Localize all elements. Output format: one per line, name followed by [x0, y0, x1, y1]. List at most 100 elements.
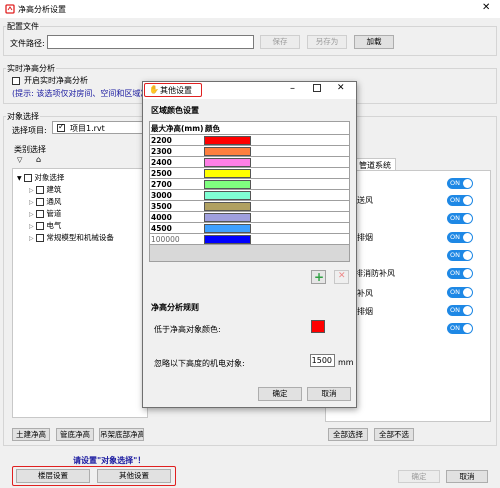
system-toggle[interactable]: ON — [447, 287, 473, 298]
color-swatch[interactable] — [204, 158, 251, 167]
plus-icon: + — [314, 270, 325, 284]
maximize-icon[interactable] — [313, 84, 321, 92]
max-height-value[interactable]: 2200 — [151, 135, 172, 146]
below-color-swatch[interactable] — [311, 320, 325, 333]
max-height-value[interactable]: 3500 — [151, 201, 172, 212]
add-row-button[interactable]: + — [311, 270, 326, 284]
path-input[interactable] — [47, 35, 254, 49]
collapse-up-icon[interactable]: ▽ — [17, 156, 22, 164]
color-grid: 最大净高(mm) 颜色 2200 2300 2400 2500 2700 3000 3500… — [149, 121, 350, 262]
max-height-value[interactable]: 2400 — [151, 157, 172, 168]
tree-checkbox[interactable] — [36, 234, 45, 242]
system-item-label: 补风 — [357, 289, 373, 298]
tree-item[interactable]: ▷ 通风 — [29, 196, 61, 207]
project-label: 选择项目: — [12, 126, 47, 135]
select-all-button[interactable]: 全部选择 — [328, 428, 368, 441]
system-toggle[interactable]: ON — [447, 232, 473, 243]
tree-label: 建筑 — [46, 185, 62, 194]
max-height-value[interactable]: 4500 — [151, 223, 172, 234]
max-height-value[interactable]: 2300 — [151, 146, 172, 157]
main-close-icon[interactable]: ✕ — [482, 2, 490, 13]
max-height-value[interactable]: 2500 — [151, 168, 172, 179]
color-swatch[interactable] — [204, 235, 251, 244]
deselect-all-button[interactable]: 全部不选 — [374, 428, 414, 441]
save-button[interactable]: 保存 — [260, 35, 300, 49]
color-swatch[interactable] — [204, 202, 251, 211]
color-grid-row[interactable]: 2300 — [150, 146, 349, 157]
system-item-label: 排消防补风 — [355, 269, 395, 278]
minimize-icon[interactable]: – — [290, 83, 295, 94]
main-cancel-button[interactable]: 取消 — [446, 470, 488, 483]
delete-row-button[interactable]: ✕ — [334, 270, 349, 284]
system-toggle[interactable]: ON — [447, 323, 473, 334]
other-settings-button[interactable]: 其他设置 — [97, 469, 171, 483]
path-label: 文件路径: — [10, 39, 45, 48]
system-toggle[interactable]: ON — [447, 178, 473, 189]
system-toggle[interactable]: ON — [447, 268, 473, 279]
color-swatch[interactable] — [204, 191, 251, 200]
color-swatch[interactable] — [204, 213, 251, 222]
system-tab[interactable]: 管道系统 — [352, 158, 396, 170]
realtime-checkbox[interactable] — [12, 76, 20, 85]
tree-expander-icon[interactable]: ▷ — [29, 199, 34, 206]
selection-warning: 请设置"对象选择"！ — [73, 456, 146, 465]
tree-checkbox[interactable] — [36, 186, 45, 194]
tree-item[interactable]: ▷ 电气 — [29, 220, 61, 231]
tree-expander-icon[interactable]: ▷ — [29, 235, 34, 242]
dialog-cancel-button[interactable]: 取消 — [307, 387, 351, 401]
pipe-bottom-button[interactable]: 管底净高 — [56, 428, 94, 441]
tree-item[interactable]: ▷ 常规模型和机械设备 — [29, 232, 114, 243]
tree-checkbox[interactable] — [24, 174, 33, 182]
color-swatch[interactable] — [204, 180, 251, 189]
color-grid-row[interactable]: 4500 — [150, 223, 349, 234]
close-icon[interactable]: ✕ — [337, 83, 345, 93]
system-toggle[interactable]: ON — [447, 250, 473, 261]
max-height-value[interactable]: 3000 — [151, 190, 172, 201]
project-dropdown[interactable]: 项目1.rvt — [52, 121, 146, 134]
system-item-label: 排烟 — [357, 233, 373, 242]
max-height-value[interactable]: 100000 — [151, 234, 180, 245]
system-toggle[interactable]: ON — [447, 213, 473, 224]
dialog-ok-button[interactable]: 确定 — [258, 387, 302, 401]
tree-checkbox[interactable] — [36, 222, 45, 230]
tree-root[interactable]: ▼ 对象选择 — [17, 172, 64, 183]
save-as-button[interactable]: 另存为 — [307, 35, 347, 49]
civil-height-button[interactable]: 土建净高 — [12, 428, 50, 441]
color-swatch[interactable] — [204, 169, 251, 178]
rule-section-label: 净高分析规则 — [151, 303, 199, 312]
hanger-bottom-button[interactable]: 吊架底部净高 — [99, 428, 144, 441]
color-grid-row[interactable]: 2500 — [150, 168, 349, 179]
color-swatch[interactable] — [204, 136, 251, 145]
tree-label: 对象选择 — [34, 173, 65, 182]
tree-expander-icon[interactable]: ▼ — [17, 175, 22, 182]
max-height-value[interactable]: 2700 — [151, 179, 172, 190]
color-swatch[interactable] — [204, 224, 251, 233]
home-icon[interactable]: ⌂ — [36, 155, 41, 164]
tree-checkbox[interactable] — [36, 198, 45, 206]
tree-expander-icon[interactable]: ▷ — [29, 187, 34, 194]
color-grid-row[interactable]: 100000 — [150, 234, 349, 245]
main-window-title: 净高分析设置 — [18, 5, 66, 14]
system-toggle[interactable]: ON — [447, 305, 473, 316]
system-toggle[interactable]: ON — [447, 195, 473, 206]
color-grid-row[interactable]: 3000 — [150, 190, 349, 201]
color-grid-row[interactable]: 2200 — [150, 135, 349, 146]
color-grid-row[interactable]: 4000 — [150, 212, 349, 223]
color-grid-row[interactable]: 2700 — [150, 179, 349, 190]
tree-expander-icon[interactable]: ▷ — [29, 211, 34, 218]
height-column-header: 最大净高(mm) — [151, 124, 204, 133]
color-grid-row[interactable]: 2400 — [150, 157, 349, 168]
main-ok-button[interactable]: 确定 — [398, 470, 440, 483]
ignore-height-input[interactable]: 1500 — [310, 354, 335, 367]
load-button[interactable]: 加载 — [354, 35, 394, 49]
color-swatch[interactable] — [204, 147, 251, 156]
color-grid-row[interactable]: 3500 — [150, 201, 349, 212]
floor-settings-button[interactable]: 楼层设置 — [16, 469, 90, 483]
other-settings-dialog: ✋ 其他设置 – ✕ 区域颜色设置 最大净高(mm) 颜色 2200 2300 24… — [142, 81, 357, 408]
tree-expander-icon[interactable]: ▷ — [29, 223, 34, 230]
tree-item[interactable]: ▷ 建筑 — [29, 184, 61, 195]
tree-checkbox[interactable] — [36, 210, 45, 218]
max-height-value[interactable]: 4000 — [151, 212, 172, 223]
tree-item[interactable]: ▷ 管道 — [29, 208, 61, 219]
project-checkbox[interactable] — [57, 122, 65, 132]
